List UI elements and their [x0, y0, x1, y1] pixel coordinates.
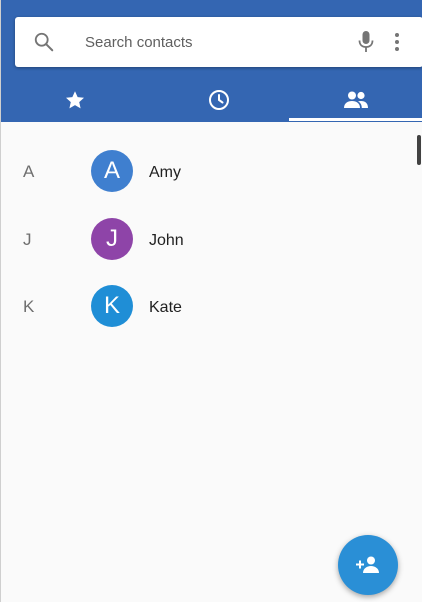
contact-name: Amy — [149, 164, 181, 181]
avatar[interactable]: J — [91, 218, 133, 260]
section-letter: K — [23, 297, 35, 316]
contact-name: Kate — [149, 299, 182, 316]
avatar[interactable]: A — [91, 150, 133, 192]
clock-icon — [209, 90, 229, 110]
contact-row-amy[interactable]: A A Amy — [1, 140, 411, 202]
search-bar[interactable] — [15, 17, 422, 67]
tab-recents[interactable] — [149, 78, 289, 122]
tab-contacts[interactable] — [289, 78, 422, 122]
search-input[interactable] — [85, 30, 335, 54]
tab-favorites[interactable] — [1, 78, 149, 122]
section-letter: A — [23, 162, 35, 181]
microphone-icon[interactable] — [357, 30, 375, 54]
selected-tab-indicator — [289, 118, 422, 121]
section-letter: J — [23, 230, 32, 249]
contacts-app: A A Amy J J John K K Kate — [0, 0, 422, 602]
search-icon[interactable] — [33, 31, 55, 53]
people-icon — [344, 91, 368, 108]
avatar[interactable]: K — [91, 285, 133, 327]
more-options-icon[interactable] — [392, 31, 402, 53]
star-icon — [66, 91, 84, 109]
contact-row-john[interactable]: J J John — [1, 208, 411, 270]
contact-name: John — [149, 232, 184, 249]
contact-row-kate[interactable]: K K Kate — [1, 275, 411, 337]
add-contact-button[interactable] — [338, 535, 398, 595]
app-header — [1, 0, 422, 122]
tab-bar — [1, 78, 422, 122]
scrollbar[interactable] — [417, 135, 421, 165]
add-contact-icon — [356, 556, 379, 573]
